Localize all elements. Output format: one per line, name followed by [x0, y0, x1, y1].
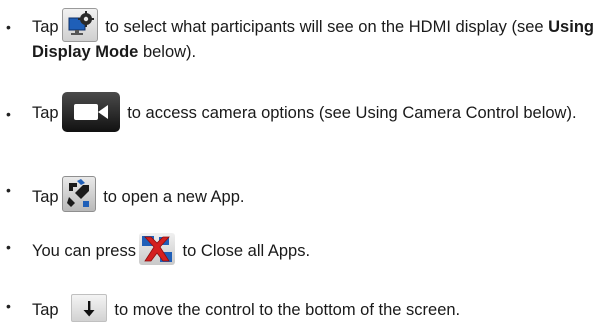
camera-icon[interactable] [61, 92, 120, 132]
item-2-pre-text: Tap [32, 104, 59, 122]
item-5-pre-text: Tap [32, 301, 59, 319]
list-item-move-control: • Tap to move the control to the bottom … [0, 288, 604, 324]
item-5-post-text: to move the control to the bottom of the… [109, 301, 461, 319]
list-item-open-app: • Tap to open a new App. [0, 172, 604, 212]
close-all-apps-icon[interactable] [138, 233, 175, 265]
item-3-pre-text: Tap [32, 188, 59, 206]
list-item-close-apps: • You can press to Close all Apps. [0, 229, 604, 269]
item-2-post-text: to access camera options (see Using Came… [122, 104, 577, 122]
arrow-down-icon[interactable] [70, 294, 107, 322]
item-1-pre-text: Tap [32, 18, 59, 36]
display-settings-icon[interactable] [61, 8, 98, 42]
bullet: • [6, 239, 11, 255]
list-item-display-mode: • Tap to select what participants will s… [0, 4, 604, 61]
bullet: • [6, 19, 11, 35]
item-4-pre-text: You can press [32, 242, 136, 260]
item-4-post-text: to Close all Apps. [177, 242, 311, 260]
item-1-post-text: to select what participants will see on … [100, 18, 549, 36]
bullet: • [6, 182, 11, 198]
item-1-post-text-2: below). [138, 43, 197, 61]
app-icon[interactable] [61, 176, 96, 212]
bullet: • [6, 106, 11, 122]
item-3-post-text: to open a new App. [98, 188, 245, 206]
list-item-camera-control: • Tap to access camera options (see Usin… [0, 84, 604, 148]
bullet: • [6, 298, 11, 314]
